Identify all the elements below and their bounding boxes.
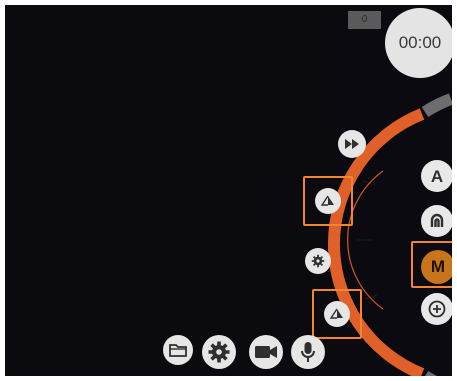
video-button[interactable] [249,335,283,369]
manual-mode-label: M [430,257,446,276]
gear-icon [208,341,230,363]
manual-mode-button[interactable]: M [421,250,452,284]
mode-dial [327,93,452,376]
focus-button[interactable] [421,205,452,237]
shutter-lower-button[interactable] [324,301,350,327]
camera-screen: 0 00:00 A M [5,5,452,376]
exposure-button[interactable] [421,293,452,325]
folder-icon [169,344,187,357]
mode-dial-track-top [421,93,452,118]
microphone-button[interactable] [291,335,325,369]
auto-mode-button[interactable]: A [421,160,452,192]
gallery-button[interactable] [163,335,193,365]
fast-forward-icon [345,139,359,149]
focus-icon [430,213,444,227]
shutter-icon [329,308,343,319]
timer-button[interactable]: 00:00 [385,8,452,78]
settings-icon [311,254,325,268]
shutter-icon [320,195,334,206]
video-camera-icon [255,346,277,358]
shutter-upper-button[interactable] [315,188,341,214]
settings-small-button[interactable] [305,248,331,274]
shot-counter: 0 [348,11,381,29]
microphone-icon [301,342,315,362]
settings-button[interactable] [202,335,236,369]
plus-circle-icon [428,300,446,318]
fast-forward-button[interactable] [338,130,366,158]
auto-mode-label: A [430,166,444,186]
